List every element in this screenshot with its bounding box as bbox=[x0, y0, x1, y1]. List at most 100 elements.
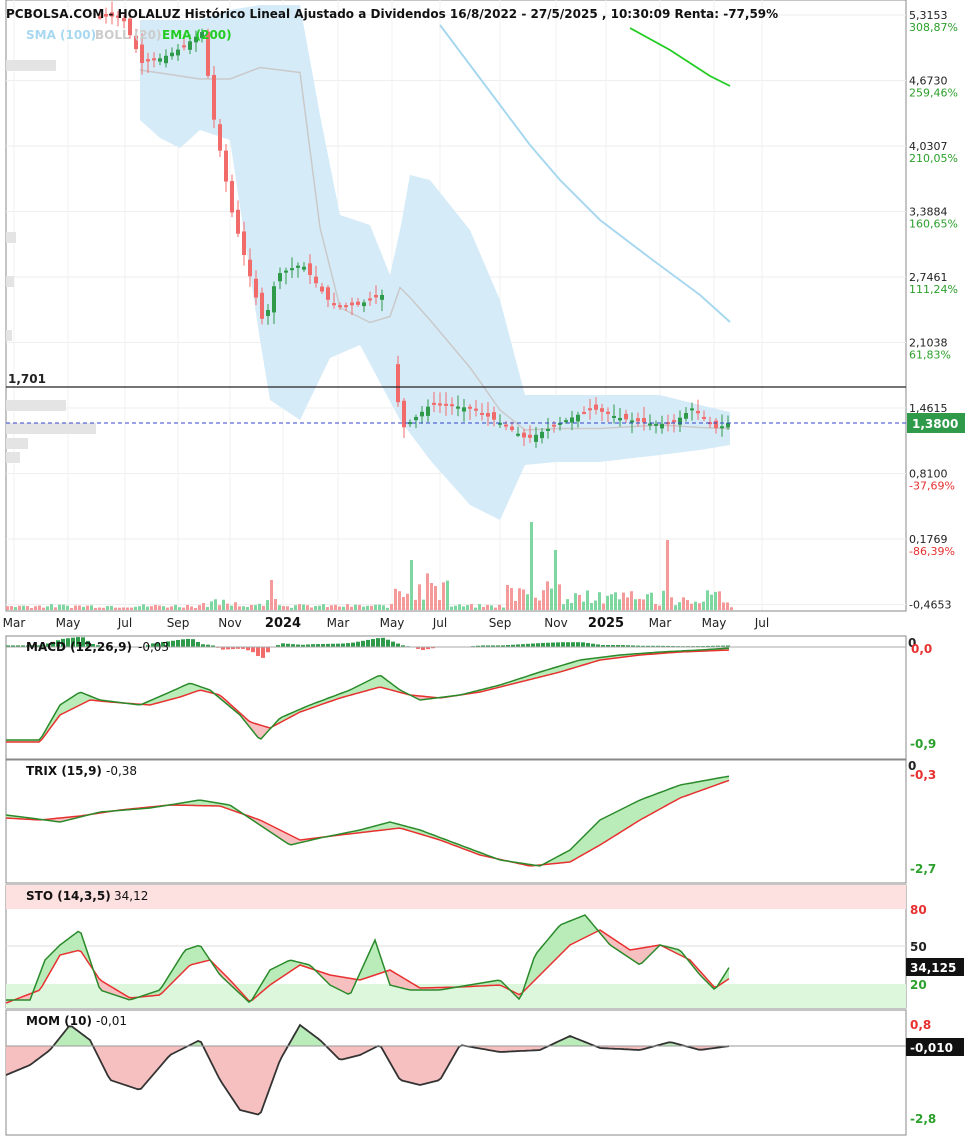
month-label: Mar bbox=[649, 616, 672, 630]
volume-bar bbox=[574, 593, 577, 610]
volume-bar bbox=[18, 605, 21, 610]
volume-bar bbox=[358, 604, 361, 610]
volume-bar bbox=[662, 590, 665, 610]
volume-bar bbox=[626, 597, 629, 610]
volume-bar bbox=[62, 604, 65, 610]
sto-level-20: 20 bbox=[910, 978, 927, 992]
volume-bar bbox=[222, 599, 225, 610]
volume-bar bbox=[366, 605, 369, 610]
volume-bar bbox=[678, 602, 681, 610]
volume-bar bbox=[182, 607, 185, 610]
macd-hist-bar bbox=[366, 639, 370, 647]
volume-bar bbox=[42, 607, 45, 610]
volume-bar bbox=[510, 588, 513, 610]
volume-bar bbox=[702, 601, 705, 610]
volume-bar bbox=[490, 605, 493, 610]
x-axis: Mar May Jul Sep Nov 2024 Mar May Jul Sep Nov 2025 Ma… bbox=[3, 610, 906, 631]
volume-bar bbox=[522, 589, 525, 610]
volume-bar bbox=[94, 607, 97, 610]
volume-bar bbox=[34, 606, 37, 610]
macd-hist-bar bbox=[251, 647, 255, 653]
volume-bar bbox=[706, 590, 709, 610]
volume-bar bbox=[66, 605, 69, 610]
month-label: Jul bbox=[117, 616, 132, 630]
volume-bar bbox=[230, 605, 233, 610]
macd-hist-bar bbox=[386, 639, 390, 647]
volume-bar bbox=[142, 604, 145, 610]
volume-bar bbox=[454, 605, 457, 610]
volume-bar bbox=[170, 606, 173, 610]
volume-bar bbox=[494, 607, 497, 610]
macd-hist-bar bbox=[541, 642, 545, 647]
volume-bar bbox=[258, 603, 261, 610]
month-label: May bbox=[56, 616, 81, 630]
volume-bar bbox=[542, 590, 545, 610]
volume-bar bbox=[158, 605, 161, 610]
month-label: Mar bbox=[327, 616, 350, 630]
month-label: Sep bbox=[489, 616, 512, 630]
macd-hist-bar bbox=[586, 643, 590, 647]
volume-bar bbox=[518, 588, 521, 610]
volume-bar bbox=[374, 604, 377, 610]
volume-bar bbox=[58, 604, 61, 610]
month-label: May bbox=[702, 616, 727, 630]
volume-bar bbox=[610, 594, 613, 610]
month-label: Jul bbox=[432, 616, 447, 630]
volume-bar bbox=[598, 592, 601, 610]
volume-bar bbox=[78, 605, 81, 610]
volume-bar bbox=[586, 590, 589, 610]
volume-bar bbox=[642, 599, 645, 610]
volume-bar bbox=[534, 597, 537, 610]
volume-bar bbox=[174, 604, 177, 610]
volume-bar bbox=[502, 607, 505, 610]
volume-bar bbox=[646, 594, 649, 610]
volume-bar bbox=[198, 605, 201, 610]
volume-bar bbox=[498, 604, 501, 610]
mom-title: MOM (10) bbox=[26, 1014, 92, 1028]
macd-hist-bar bbox=[556, 642, 560, 647]
macd-hist-bar bbox=[566, 642, 570, 647]
sto-title: STO (14,3,5) bbox=[26, 889, 111, 903]
last-price-tag: 1,3800 bbox=[907, 413, 965, 433]
macd-hist-bar bbox=[391, 641, 395, 647]
volume-profile-bar bbox=[6, 400, 66, 411]
price-axis: 5,3153308,87%4,6730259,46%4,0307210,05%3… bbox=[909, 9, 958, 612]
volume-bar bbox=[654, 604, 657, 610]
pct-tick: -37,69% bbox=[909, 480, 955, 493]
pct-tick: 61,83% bbox=[909, 349, 951, 362]
volume-bar bbox=[486, 604, 489, 610]
volume-bar bbox=[154, 604, 157, 610]
volume-bar bbox=[638, 598, 641, 610]
volume-bar bbox=[614, 592, 617, 610]
volume-bar bbox=[226, 603, 229, 610]
pct-tick: 308,87% bbox=[909, 21, 958, 34]
volume-bar bbox=[318, 605, 321, 610]
volume-bar bbox=[618, 599, 621, 610]
volume-bar bbox=[70, 607, 73, 610]
volume-bar bbox=[298, 604, 301, 610]
volume-bar bbox=[414, 599, 417, 610]
volume-bar bbox=[138, 606, 141, 610]
volume-bar bbox=[718, 591, 721, 610]
volume-bar bbox=[630, 591, 633, 610]
volume-bar bbox=[90, 605, 93, 610]
macd-hist-bar bbox=[371, 639, 375, 647]
mom-panel: MOM (10) -0,01 0,8 -2,8 -0,010 bbox=[5, 1009, 964, 1136]
volume-bar bbox=[570, 603, 573, 610]
macd-frame bbox=[5, 635, 907, 760]
volume-bar bbox=[110, 605, 113, 610]
macd-hist-bar bbox=[186, 638, 190, 647]
volume-bar bbox=[310, 607, 313, 610]
volume-bar bbox=[666, 540, 669, 610]
volume-bar bbox=[254, 605, 257, 610]
volume-bar bbox=[342, 606, 345, 610]
pct-tick: -86,39% bbox=[909, 545, 955, 558]
volume-bar bbox=[386, 607, 389, 610]
volume-bar bbox=[26, 606, 29, 610]
legend-ema: EMA (200) bbox=[162, 28, 232, 42]
volume-bar bbox=[578, 594, 581, 610]
volume-bar bbox=[442, 582, 445, 610]
volume-bar bbox=[146, 606, 149, 610]
volume-bar bbox=[594, 600, 597, 610]
volume-bar bbox=[262, 605, 265, 610]
